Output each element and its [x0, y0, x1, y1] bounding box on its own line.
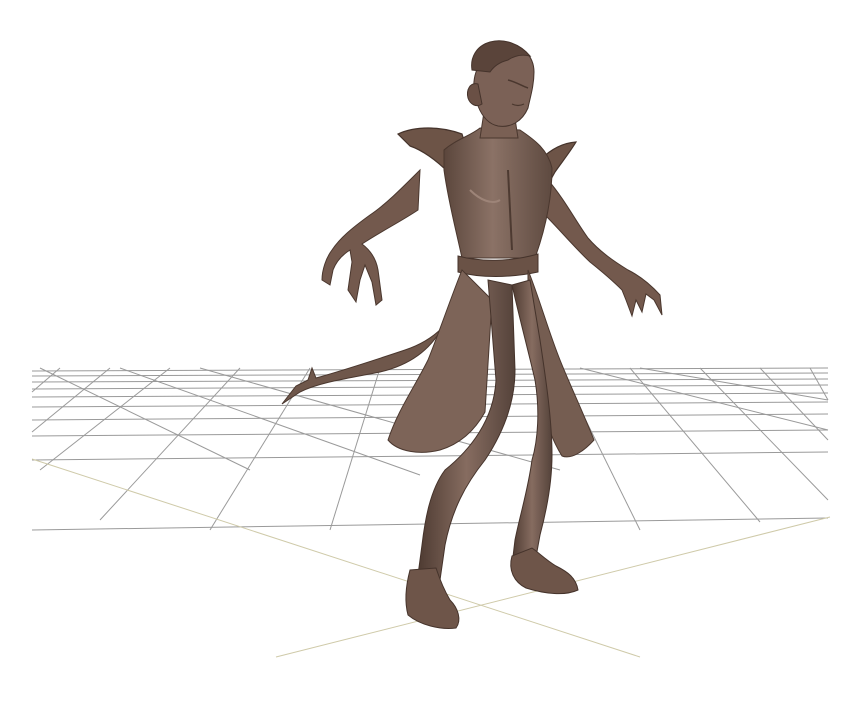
grid-line	[99, 367, 241, 521]
model-left-foot	[405, 567, 460, 629]
grid-line	[31, 367, 111, 433]
sculpted-model[interactable]	[281, 40, 663, 629]
viewport-scene[interactable]	[0, 0, 860, 705]
grid-line	[329, 367, 381, 531]
model-torso	[443, 127, 553, 259]
model-right-arm	[544, 178, 663, 318]
grid-line	[579, 367, 829, 431]
grid-line	[699, 367, 829, 501]
model-right-foot	[510, 547, 579, 595]
3d-viewport[interactable]	[0, 0, 860, 705]
model-left-arm	[321, 168, 421, 306]
grid-line	[629, 367, 761, 523]
grid-line	[31, 451, 829, 461]
